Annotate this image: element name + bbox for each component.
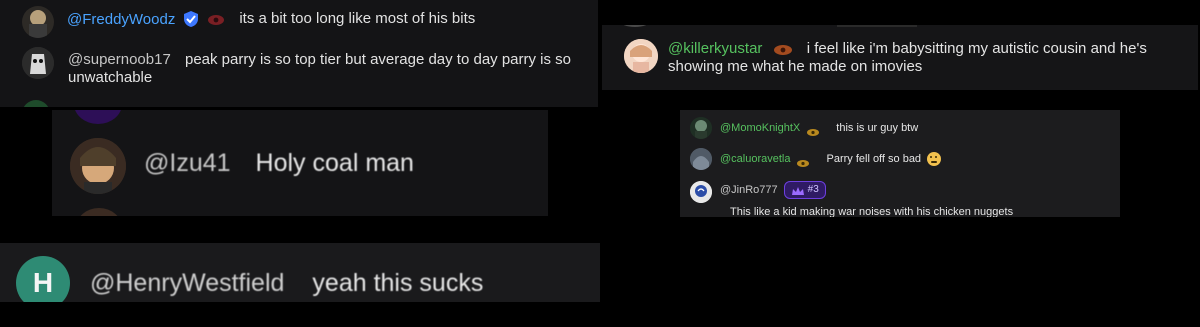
partial-row [620,25,650,27]
avatar[interactable] [70,138,126,194]
face-icon [927,152,942,166]
avatar[interactable] [690,181,712,203]
comment-row: @killerkyustar i feel like i'm babysitti… [624,39,1188,76]
chat-panel-2: @Izu41 Holy coal man [52,110,548,216]
username[interactable]: @JinRo777 [720,183,778,197]
comment-line: @JinRo777 #3 This like a kid making war … [720,181,1115,217]
comment-row: @caluoravetla Parry fell off so bad [690,148,942,170]
avatar[interactable] [22,6,54,38]
face-eye-right [935,156,938,158]
partial-badges [837,25,917,27]
comment-text: This like a kid making war noises with h… [730,206,1014,217]
comment-text: Holy coal man [255,149,414,177]
rank-text: #3 [807,184,819,195]
avatar-letter: H [32,267,54,298]
avatar[interactable] [690,148,712,170]
avatar[interactable] [690,117,712,139]
comment-text: this is ur guy btw [836,122,919,134]
username[interactable]: @Izu41 [144,149,231,178]
chat-panel-5: @MomoKnightX this is ur guy btw @caluora… [680,110,1120,217]
avatar[interactable] [22,47,54,79]
comment-row: @MomoKnightX this is ur guy btw [690,117,918,139]
username[interactable]: @MomoKnightX [720,122,800,134]
eye-icon [796,155,810,167]
username[interactable]: @HenryWestfield [90,269,284,298]
chat-panel-1: @FreddyWoodz its a bit too long like mos… [0,0,598,107]
comment-text: Parry fell off so bad [826,153,922,165]
comment-text: its a bit too long like most of his bits [239,10,476,27]
comment-row: H @HenryWestfield yeah this sucks [16,256,483,302]
partial-avatar [76,208,122,216]
username[interactable]: @supernoob17 [68,51,171,68]
shield-icon [183,10,199,28]
comment-row: @supernoob17 peak parry is so top tier b… [22,47,588,87]
chat-panel-3: H @HenryWestfield yeah this sucks [0,243,600,302]
avatar[interactable] [624,39,658,73]
rank-badge: #3 [783,181,826,199]
comment-content: @Izu41 Holy coal man [144,149,414,178]
comment-row: @Izu41 Holy coal man [70,138,414,194]
crown-icon [791,185,805,195]
face-eye-left [930,156,933,158]
face-mouth [931,161,938,163]
avatar[interactable]: H [16,256,70,302]
comment-row: @FreddyWoodz its a bit too long like mos… [22,6,475,38]
comment-content: @HenryWestfield yeah this sucks [90,269,483,298]
eye-icon [207,13,225,25]
comment-content: @supernoob17 peak parry is so top tier b… [68,51,588,87]
chat-panel-4: @killerkyustar i feel like i'm babysitti… [602,25,1198,90]
eye-icon [773,43,793,56]
eye-icon [806,124,820,136]
comment-content: @caluoravetla Parry fell off so bad [720,152,942,167]
comment-line: @killerkyustar i feel like i'm babysitti… [668,40,1188,76]
partial-avatar [74,110,122,124]
comment-content: @FreddyWoodz its a bit too long like mos… [67,10,475,28]
username[interactable]: @caluoravetla [720,153,790,165]
comment-row: @JinRo777 #3 This like a kid making war … [690,181,1115,217]
comment-content: @MomoKnightX this is ur guy btw [720,122,919,136]
comment-line: @supernoob17 peak parry is so top tier b… [68,51,588,87]
username[interactable]: @FreddyWoodz [67,11,175,28]
comment-content: @killerkyustar i feel like i'm babysitti… [668,40,1188,76]
username[interactable]: @killerkyustar [668,40,762,57]
comment-text: yeah this sucks [312,268,484,297]
partial-avatar [22,100,50,107]
comment-content: @JinRo777 #3 This like a kid making war … [720,181,1115,217]
